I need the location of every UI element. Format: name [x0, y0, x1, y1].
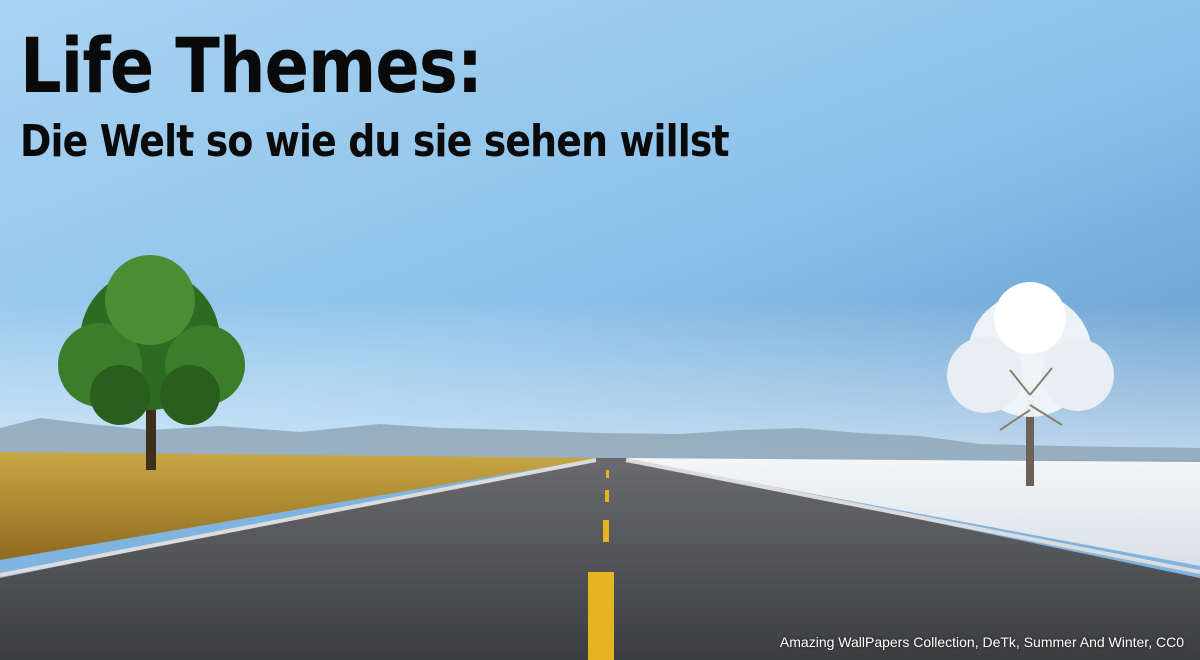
- headline: Life Themes: Die Welt so wie du sie sehe…: [20, 22, 844, 168]
- page-title: Life Themes:: [20, 21, 483, 110]
- page-subtitle: Die Welt so wie du sie sehen willst: [20, 116, 730, 167]
- image-credit: Amazing WallPapers Collection, DeTk, Sum…: [779, 634, 1184, 650]
